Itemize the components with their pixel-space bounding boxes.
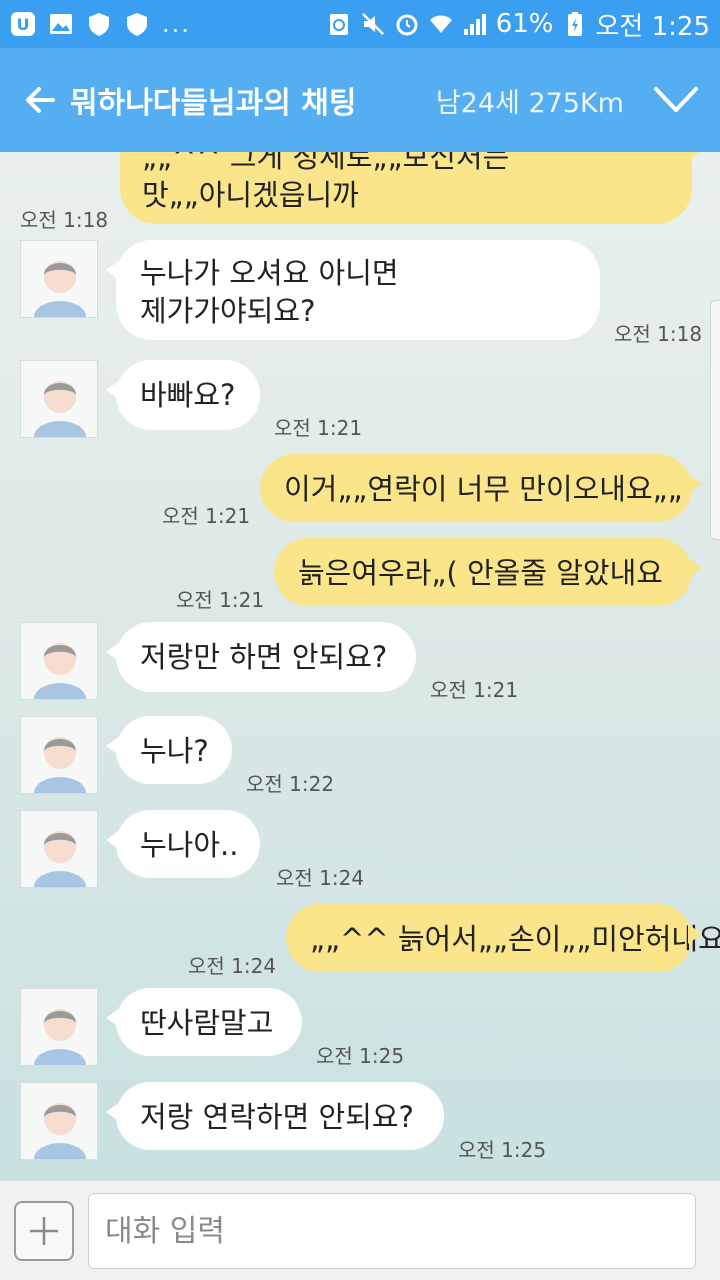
message-bubble-outgoing[interactable]: „„^^ 늙어서„„손이„„미안허내요: [286, 904, 720, 972]
message-text: 바빠요?: [140, 378, 236, 412]
message-text: 제가가야되요?: [140, 294, 316, 328]
message-text: 늙은여우라„( 안올줄 알았내요: [298, 556, 663, 590]
avatar[interactable]: [20, 1082, 98, 1160]
message-text: 누나아..: [140, 828, 239, 862]
default-profile-icon: [34, 1103, 86, 1159]
message-bubble-incoming[interactable]: 저랑 연락하면 안되요?: [106, 1082, 444, 1150]
message-time: 오전 1:21: [430, 678, 519, 702]
message-text: 저랑만 하면 안되요?: [140, 640, 388, 674]
message-bubble-incoming[interactable]: 누나가 오셔요 아니면 제가가야되요?: [106, 240, 600, 340]
back-arrow-icon: [26, 87, 55, 113]
plus-icon: [30, 1217, 58, 1245]
message-time: 오전 1:24: [276, 866, 365, 890]
message-time: 오전 1:24: [188, 954, 277, 978]
alarm-icon: [394, 11, 420, 37]
avatar[interactable]: [20, 988, 98, 1066]
message-time: 오전 1:22: [246, 772, 335, 796]
system-status: 61% 오전 1:25: [326, 6, 710, 43]
scrollbar[interactable]: [710, 300, 720, 540]
back-button[interactable]: [20, 80, 60, 120]
signal-icon: [462, 11, 488, 37]
shield-icon: [86, 11, 112, 37]
message-bubble-incoming[interactable]: 누나아..: [106, 810, 260, 878]
message-time: 오전 1:18: [20, 208, 109, 232]
default-profile-icon: [34, 737, 86, 793]
message-text: „„^^ 늙어서„„손이„„미안허내요: [310, 922, 720, 956]
message-text: 딴사람말고: [140, 1006, 274, 1040]
wifi-icon: [428, 11, 454, 37]
battery-icon: [562, 11, 588, 37]
message-time: 오전 1:25: [316, 1044, 405, 1068]
chevron-down-icon: [654, 87, 698, 112]
gallery-icon: [48, 11, 74, 37]
message-bubble-incoming[interactable]: 누나?: [106, 716, 232, 784]
avatar[interactable]: [20, 622, 98, 700]
mute-icon: [360, 11, 386, 37]
message-time: 오전 1:18: [614, 322, 703, 346]
message-bubble-incoming[interactable]: 바빠요?: [106, 360, 260, 430]
message-time: 오전 1:21: [176, 588, 265, 612]
default-profile-icon: [34, 261, 86, 317]
message-bubble-incoming[interactable]: 저랑만 하면 안되요?: [106, 622, 416, 692]
message-time: 오전 1:21: [274, 416, 363, 440]
avatar[interactable]: [20, 716, 98, 794]
message-time: 오전 1:21: [162, 504, 251, 528]
default-profile-icon: [34, 831, 86, 887]
message-bubble-outgoing[interactable]: „„^^ 그게 정세로„„보신처는 맛„„아니겠읍니까: [120, 152, 702, 224]
message-text: „„^^ 그게 정세로„„보신처는: [142, 152, 510, 174]
shield-icon: [124, 11, 150, 37]
chat-title: 뭐하나다들님과의 채팅: [70, 86, 357, 121]
default-profile-icon: [34, 643, 86, 699]
default-profile-icon: [34, 381, 86, 437]
chat-area[interactable]: „„^^ 그게 정세로„„보신처는 맛„„아니겠읍니까 오전 1:18 누나가 …: [0, 152, 720, 1180]
clock: 오전 1:25: [595, 11, 711, 42]
message-input[interactable]: [88, 1193, 696, 1269]
message-bubble-outgoing[interactable]: 늙은여우라„( 안올줄 알았내요: [274, 538, 702, 606]
notification-icons: U ...: [10, 10, 191, 38]
chat-header: 뭐하나다들님과의 채팅 남24세 275Km: [0, 48, 720, 152]
message-text: 누나가 오셔요 아니면: [140, 256, 399, 290]
attach-button[interactable]: [14, 1201, 74, 1261]
message-text: 맛„„아니겠읍니까: [142, 178, 359, 212]
message-text: 저랑 연락하면 안되요?: [140, 1100, 414, 1134]
avatar[interactable]: [20, 240, 98, 318]
message-text: 이거„„연락이 너무 만이오내요„„: [284, 472, 683, 506]
message-bubble-outgoing[interactable]: 이거„„연락이 너무 만이오내요„„: [260, 454, 702, 522]
avatar[interactable]: [20, 360, 98, 438]
message-time: 오전 1:25: [458, 1138, 547, 1162]
recycle-icon: [326, 11, 352, 37]
u-plus-icon: U: [10, 11, 36, 37]
svg-text:U: U: [17, 15, 30, 34]
message-input-bar: [0, 1180, 720, 1280]
status-bar: U ... 61% 오전 1:25: [0, 0, 720, 48]
more-notifications: ...: [162, 10, 191, 38]
message-text: 누나?: [140, 734, 209, 768]
battery-percent: 61%: [495, 9, 554, 39]
partner-info: 남24세 275Km: [435, 87, 624, 119]
message-bubble-incoming[interactable]: 딴사람말고: [106, 988, 302, 1056]
collapse-button[interactable]: [652, 80, 700, 120]
avatar[interactable]: [20, 810, 98, 888]
default-profile-icon: [34, 1009, 86, 1065]
